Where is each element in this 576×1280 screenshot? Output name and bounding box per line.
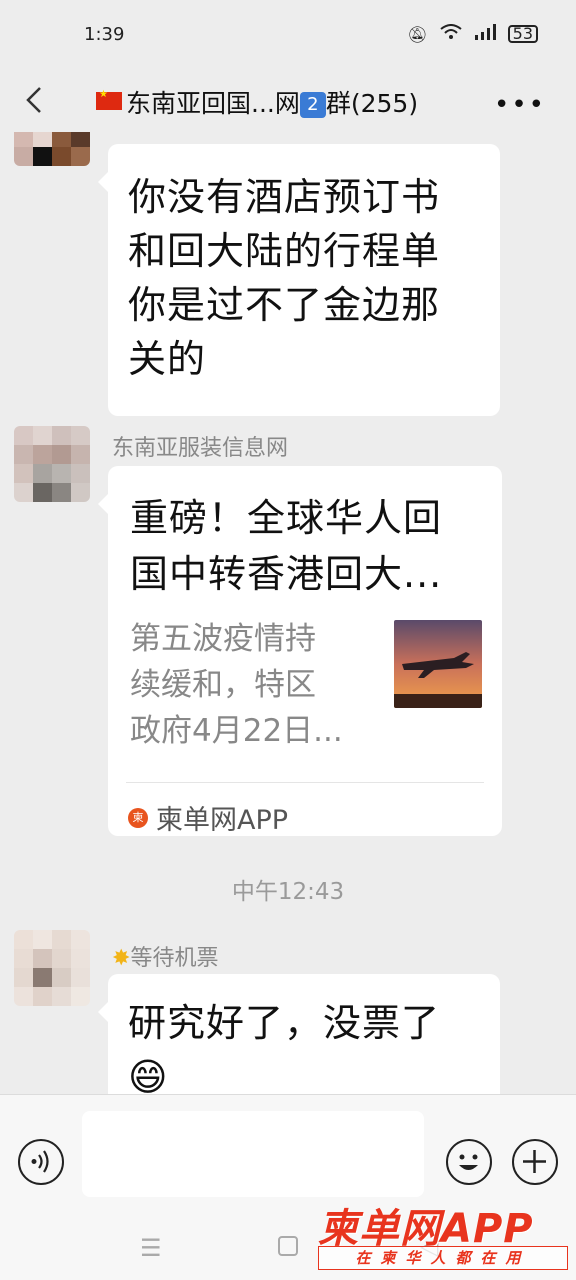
app-logo-icon: 柬 — [128, 807, 148, 828]
status-time: 1:39 — [84, 24, 125, 45]
message-input[interactable] — [82, 1111, 424, 1197]
message-line: 关的 — [128, 337, 207, 381]
signal-icon — [474, 24, 496, 44]
menu-icon[interactable]: ☰ — [140, 1234, 162, 1262]
battery-indicator: 53 — [507, 25, 538, 43]
home-icon[interactable] — [278, 1236, 298, 1256]
airplane-sunset-image — [394, 620, 482, 708]
message-line: 研究好了，没票了 — [128, 1001, 441, 1045]
card-title-line: 重磅！全球华人回 — [130, 496, 443, 540]
card-description: 第五波疫情持 续缓和，特区 政府4月22日... — [130, 616, 370, 754]
chevron-left-icon[interactable] — [20, 80, 50, 120]
message-text: 你没有酒店预订书 和回大陆的行程单 你是过不了金边那 关的 — [128, 170, 440, 386]
chat-area[interactable]: 你没有酒店预订书 和回大陆的行程单 你是过不了金边那 关的 东南亚服装信息网 重… — [0, 132, 576, 1094]
card-desc-line: 第五波疫情持 — [130, 621, 316, 657]
card-title: 重磅！全球华人回 国中转香港回大... — [130, 490, 490, 602]
mute-icon: 🔕︎ — [407, 24, 428, 44]
sender-name-label: 等待机票 — [130, 946, 219, 971]
card-source: 柬 柬单网APP — [128, 798, 288, 837]
message-line: 你没有酒店预订书 — [128, 175, 441, 219]
chat-title-part1: 东南亚回国...网 — [126, 89, 300, 118]
card-source-label: 柬单网APP — [156, 805, 289, 836]
chat-header: 东南亚回国...网2群(255) ••• — [0, 70, 576, 132]
grinning-emoji: 😄 — [128, 1055, 169, 1094]
emoji-icon[interactable] — [446, 1139, 492, 1185]
message-bubble[interactable]: 研究好了，没票了 😄 — [98, 974, 500, 1094]
status-bar: 1:39 🔕︎ 53 — [0, 0, 576, 70]
avatar[interactable] — [14, 132, 90, 166]
status-icons: 🔕︎ 53 — [407, 24, 538, 44]
card-desc-line: 政府4月22日... — [130, 713, 343, 749]
chat-title: 东南亚回国...网2群(255) — [96, 84, 418, 120]
sender-name: 东南亚服装信息网 — [112, 436, 289, 461]
sender-name: ✸等待机票 — [112, 940, 218, 972]
card-desc-line: 续缓和，特区 — [130, 667, 316, 703]
watermark: 柬单网APP 在柬华人都在用 — [318, 1196, 570, 1274]
wifi-icon — [440, 24, 462, 44]
card-title-line: 国中转香港回大... — [130, 552, 443, 596]
watermark-tagline: 在柬华人都在用 — [318, 1246, 568, 1270]
message-line: 和回大陆的行程单 — [128, 229, 441, 273]
number-badge: 2 — [299, 92, 326, 118]
timestamp: 中午12:43 — [231, 879, 345, 905]
china-flag-icon — [96, 89, 122, 110]
more-dots-icon[interactable]: ••• — [494, 90, 546, 120]
voice-icon[interactable] — [18, 1139, 64, 1185]
star-icon: ✸ — [112, 946, 131, 971]
avatar[interactable] — [14, 426, 90, 502]
message-text: 研究好了，没票了 😄 — [128, 996, 440, 1094]
card-divider — [126, 782, 484, 783]
chat-title-part2: 群(255) — [325, 89, 419, 118]
plus-icon[interactable] — [512, 1139, 558, 1185]
avatar[interactable] — [14, 930, 90, 1006]
link-card[interactable]: 重磅！全球华人回 国中转香港回大... 第五波疫情持 续缓和，特区 政府4月22… — [98, 466, 502, 837]
message-line: 你是过不了金边那 — [128, 283, 441, 327]
message-bubble[interactable]: 你没有酒店预订书 和回大陆的行程单 你是过不了金边那 关的 — [98, 144, 500, 416]
